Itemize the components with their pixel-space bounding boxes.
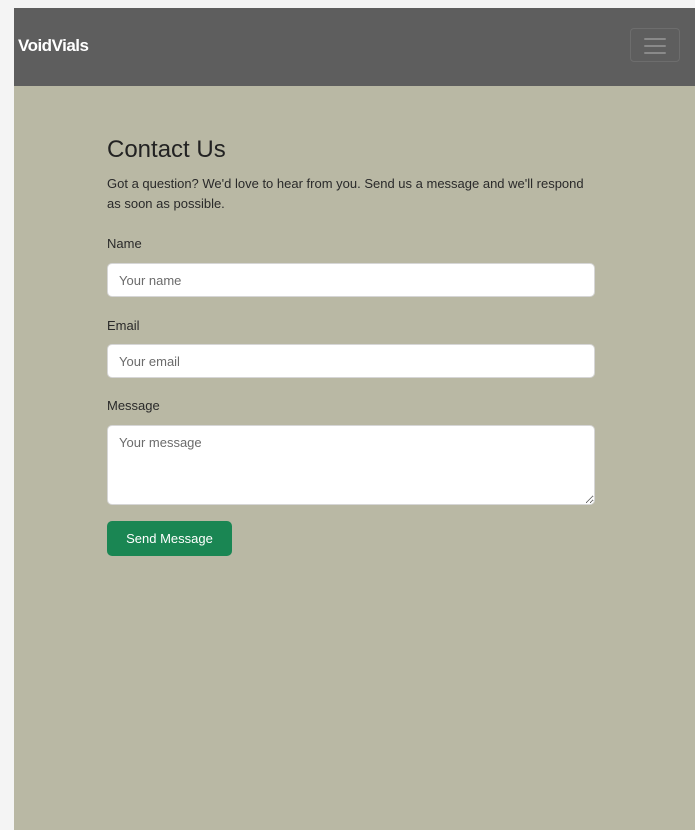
hamburger-menu-icon-bar <box>644 45 666 47</box>
message-textarea[interactable] <box>107 425 595 505</box>
navbar-toggle-button[interactable] <box>630 28 680 62</box>
navbar: VoidVials <box>14 8 695 86</box>
message-label: Message <box>107 398 160 413</box>
contact-section: Contact Us Got a question? We'd love to … <box>107 136 595 556</box>
page-title: Contact Us <box>107 136 226 163</box>
email-label: Email <box>107 318 140 333</box>
page-frame: VoidVials Contact Us Got a question? We'… <box>14 8 695 830</box>
hamburger-menu-icon-bar <box>644 52 666 54</box>
name-input[interactable] <box>107 263 595 297</box>
contact-intro-text: Got a question? We'd love to hear from y… <box>107 176 584 211</box>
send-message-button[interactable]: Send Message <box>107 521 232 556</box>
name-label: Name <box>107 236 142 251</box>
brand-logo-link[interactable]: VoidVials <box>18 36 89 56</box>
hamburger-menu-icon <box>644 38 666 40</box>
email-input[interactable] <box>107 344 595 378</box>
